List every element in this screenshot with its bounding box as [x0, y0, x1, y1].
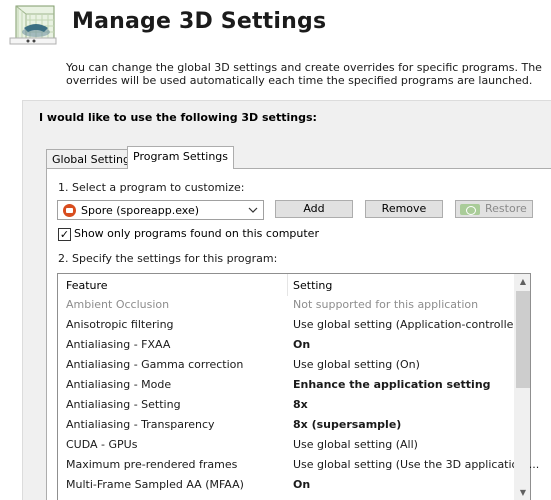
- step1-label: 1. Select a program to customize:: [58, 181, 245, 194]
- header: Manage 3D Settings: [0, 0, 551, 52]
- feature-cell: Ambient Occlusion: [66, 298, 170, 311]
- page-description: You can change the global 3D settings an…: [66, 61, 542, 87]
- setting-cell: Use global setting (Use the 3D applicati…: [293, 458, 540, 471]
- setting-cell: Enhance the application setting: [293, 378, 491, 391]
- setting-cell: On: [293, 478, 311, 491]
- feature-cell: Antialiasing - Gamma correction: [66, 358, 244, 371]
- program-select[interactable]: Spore (sporeapp.exe): [57, 200, 264, 220]
- page-title: Manage 3D Settings: [72, 9, 327, 34]
- table-row[interactable]: Maximum pre-rendered frames Use global s…: [58, 454, 539, 474]
- table-row[interactable]: Antialiasing - Gamma correction Use glob…: [58, 354, 516, 374]
- feature-cell: CUDA - GPUs: [66, 438, 138, 451]
- column-header-setting[interactable]: Setting: [293, 279, 332, 292]
- table-row[interactable]: Anisotropic filtering Use global setting…: [58, 314, 525, 334]
- feature-cell: Multi-Frame Sampled AA (MFAA): [66, 478, 244, 491]
- table-rows: Ambient Occlusion Not supported for this…: [58, 294, 539, 494]
- feature-cell: Antialiasing - Transparency: [66, 418, 215, 431]
- table-row[interactable]: Multi-Frame Sampled AA (MFAA) On: [58, 474, 516, 494]
- spore-icon: [63, 204, 76, 217]
- chevron-down-icon[interactable]: [248, 203, 258, 220]
- column-header-feature[interactable]: Feature: [66, 279, 108, 292]
- show-only-found-label: Show only programs found on this compute…: [74, 227, 319, 240]
- table-row[interactable]: Antialiasing - Setting 8x: [58, 394, 516, 414]
- scroll-up-icon[interactable]: ▲: [515, 274, 531, 290]
- program-settings-tab-body: 1. Select a program to customize: Spore …: [46, 168, 551, 500]
- setting-cell: 8x: [293, 398, 308, 411]
- vertical-scrollbar[interactable]: ▲ ▼: [514, 274, 530, 500]
- setting-cell: Use global setting (Application-controll…: [293, 318, 525, 331]
- tab-program-settings[interactable]: Program Settings: [127, 146, 235, 169]
- setting-cell: On: [293, 338, 311, 351]
- show-only-found-checkbox[interactable]: ✓: [58, 228, 71, 241]
- step2-label: 2. Specify the settings for this program…: [58, 252, 278, 265]
- selected-program: Spore (sporeapp.exe): [81, 204, 200, 217]
- panel-heading: I would like to use the following 3D set…: [39, 111, 317, 124]
- feature-cell: Anisotropic filtering: [66, 318, 174, 331]
- feature-cell: Antialiasing - Mode: [66, 378, 172, 391]
- table-row[interactable]: Antialiasing - FXAA On: [58, 334, 516, 354]
- column-divider[interactable]: [287, 274, 288, 296]
- scrollbar-thumb[interactable]: [516, 291, 530, 388]
- setting-cell: Use global setting (On): [293, 358, 420, 371]
- table-row[interactable]: Antialiasing - Mode Enhance the applicat…: [58, 374, 516, 394]
- table-row[interactable]: Ambient Occlusion Not supported for this…: [58, 294, 516, 314]
- feature-cell: Antialiasing - FXAA: [66, 338, 171, 351]
- restore-label: Restore: [485, 202, 527, 215]
- table-row[interactable]: Antialiasing - Transparency 8x (supersam…: [58, 414, 516, 434]
- scroll-down-icon[interactable]: ▼: [515, 485, 531, 500]
- setting-cell: 8x (supersample): [293, 418, 402, 431]
- settings-panel: I would like to use the following 3D set…: [22, 100, 551, 500]
- settings-table: Feature Setting Ambient Occlusion Not su…: [57, 273, 539, 500]
- setting-cell: Use global setting (All): [293, 438, 418, 451]
- table-header: Feature Setting: [58, 274, 516, 296]
- nvidia-logo-icon: [460, 204, 480, 215]
- feature-cell: Maximum pre-rendered frames: [66, 458, 238, 471]
- remove-button[interactable]: Remove: [365, 200, 443, 218]
- add-button[interactable]: Add: [275, 200, 353, 218]
- nvidia-3d-settings-icon: [6, 2, 60, 50]
- setting-cell: Not supported for this application: [293, 298, 479, 311]
- restore-button[interactable]: Restore: [455, 200, 533, 218]
- feature-cell: Antialiasing - Setting: [66, 398, 181, 411]
- table-row[interactable]: CUDA - GPUs Use global setting (All): [58, 434, 516, 454]
